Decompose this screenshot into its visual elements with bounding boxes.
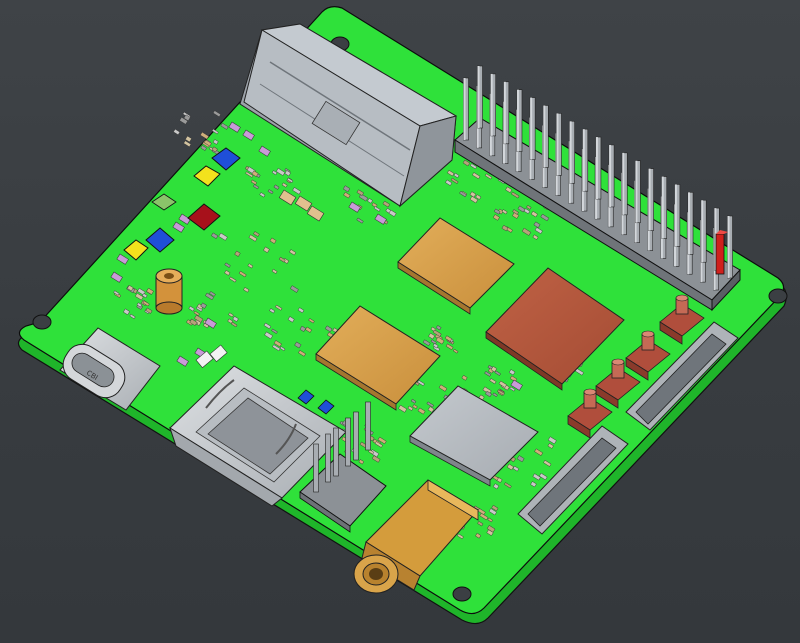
gpio-pin bbox=[635, 160, 641, 224]
gpio-pin bbox=[608, 144, 615, 208]
gpio-pin bbox=[569, 120, 575, 184]
header-pin bbox=[345, 417, 351, 467]
header-pin bbox=[313, 443, 319, 493]
gpio-pin bbox=[687, 192, 694, 255]
mounting-hole bbox=[32, 314, 52, 330]
mounting-hole bbox=[768, 288, 788, 304]
gpio-pin bbox=[556, 113, 562, 176]
smd-part bbox=[200, 131, 210, 140]
cad-viewport[interactable]: CBI bbox=[0, 0, 800, 643]
gpio-pin bbox=[529, 97, 536, 160]
gpio-pin bbox=[582, 128, 589, 192]
gpio-pin bbox=[595, 136, 602, 200]
gpio-pin bbox=[648, 168, 654, 231]
standoff bbox=[155, 268, 183, 315]
gpio-pin bbox=[674, 184, 681, 247]
gpio-pin bbox=[621, 152, 628, 216]
smd-part bbox=[212, 110, 221, 118]
header-pin bbox=[353, 411, 359, 461]
gpio-pin bbox=[516, 89, 523, 152]
header-pin bbox=[365, 401, 371, 451]
gpio-pin bbox=[661, 176, 668, 239]
mounting-hole bbox=[452, 586, 472, 602]
gpio-pin bbox=[727, 215, 733, 279]
gpio-pin bbox=[700, 199, 707, 263]
header-pin bbox=[333, 427, 339, 477]
gpio-pin bbox=[503, 81, 510, 145]
smd-part bbox=[173, 128, 181, 136]
header-pin bbox=[325, 433, 331, 483]
gpio-pin bbox=[542, 105, 549, 168]
gpio-pin bbox=[490, 73, 496, 137]
pcb-3d-render[interactable]: CBI bbox=[0, 0, 800, 643]
smd-part bbox=[185, 135, 192, 143]
gpio-pin bbox=[463, 77, 469, 141]
gpio-pin bbox=[477, 65, 483, 129]
